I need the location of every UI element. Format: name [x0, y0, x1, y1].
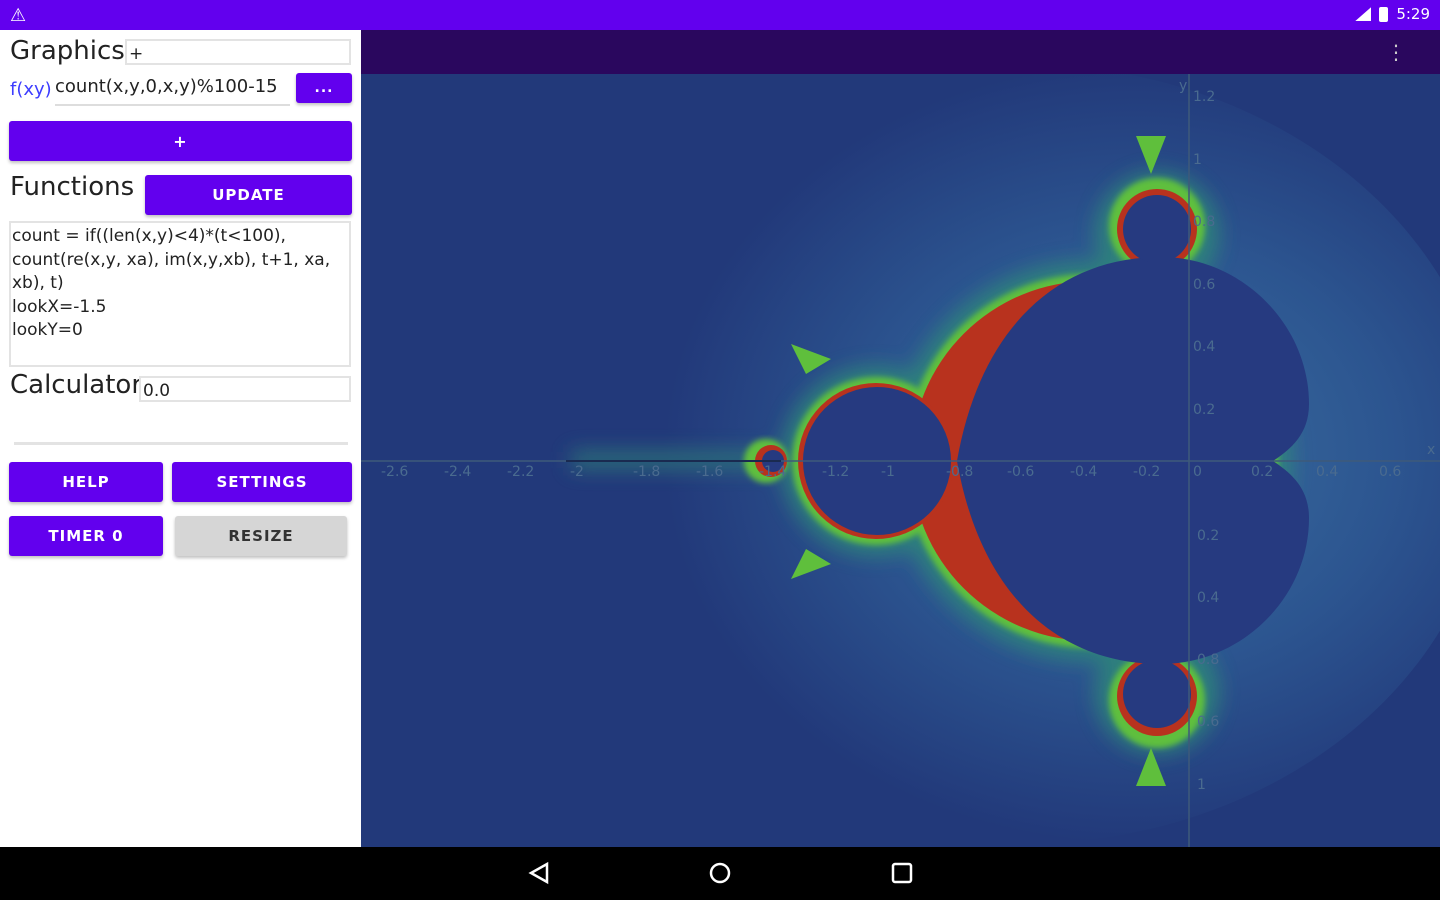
home-icon[interactable]: [708, 861, 732, 885]
control-panel: Graphics + f(xy) count(x,y,0,x,y)%100-15…: [0, 30, 360, 847]
x-tick: -1.8: [633, 464, 660, 480]
status-bar: ⚠ 5:29: [0, 0, 1440, 30]
x-axis-label: x: [1427, 442, 1435, 458]
x-tick: -1.4: [759, 464, 786, 480]
function-input[interactable]: count(x,y,0,x,y)%100-15: [55, 76, 290, 106]
settings-button[interactable]: SETTINGS: [172, 462, 352, 502]
add-button[interactable]: +: [9, 121, 352, 161]
navigation-bar: [0, 847, 1440, 900]
graphics-label: Graphics: [10, 36, 125, 66]
y-tick: 0.6: [1193, 277, 1215, 293]
functions-label: Functions: [10, 172, 135, 202]
y-tick: 0.6: [1197, 714, 1219, 730]
x-tick: -0.4: [1070, 464, 1097, 480]
calculator-input[interactable]: 0.0: [139, 376, 351, 402]
x-tick: -0.6: [1007, 464, 1034, 480]
y-axis-label: y: [1179, 78, 1187, 94]
back-icon[interactable]: [527, 861, 551, 885]
fxy-label: f(xy): [10, 79, 52, 100]
y-tick: 0.4: [1193, 339, 1215, 355]
x-tick: -2.2: [507, 464, 534, 480]
graph-canvas[interactable]: -2.6 -2.4 -2.2 -2 -1.8 -1.6 -1.4 -1.2 -1…: [361, 74, 1440, 847]
recents-icon[interactable]: [890, 861, 914, 885]
help-button[interactable]: HELP: [9, 462, 163, 502]
y-tick: 1: [1193, 152, 1202, 168]
x-tick: 0: [1193, 464, 1202, 480]
y-tick: 0.2: [1193, 402, 1215, 418]
calculator-label: Calculator: [10, 370, 143, 400]
graph-toolbar: ⋮: [361, 30, 1440, 74]
x-tick: -2.6: [381, 464, 408, 480]
x-tick: -2: [570, 464, 584, 480]
graphics-input[interactable]: +: [125, 39, 351, 65]
mandelbrot-plot: -2.6 -2.4 -2.2 -2 -1.8 -1.6 -1.4 -1.2 -1…: [361, 74, 1440, 847]
x-tick: -0.2: [1133, 464, 1160, 480]
x-tick: 0.4: [1316, 464, 1338, 480]
status-time: 5:29: [1396, 5, 1430, 23]
functions-editor[interactable]: count = if((len(x,y)<4)*(t<100), count(r…: [9, 221, 351, 367]
overflow-menu-icon[interactable]: ⋮: [1386, 40, 1406, 64]
timer-button[interactable]: TIMER 0: [9, 516, 163, 556]
x-tick: -1.2: [822, 464, 849, 480]
y-tick: 1: [1197, 777, 1206, 793]
x-tick: -0.8: [946, 464, 973, 480]
divider: [14, 442, 348, 445]
resize-button[interactable]: RESIZE: [175, 516, 347, 556]
signal-icon: [1355, 7, 1372, 21]
y-tick: 1.2: [1193, 89, 1215, 105]
y-tick: 0.8: [1197, 652, 1219, 668]
x-tick: 0.2: [1251, 464, 1273, 480]
x-tick: -1.6: [696, 464, 723, 480]
y-tick: 0.8: [1193, 214, 1215, 230]
x-tick: -1: [881, 464, 895, 480]
x-tick: -2.4: [444, 464, 471, 480]
update-button[interactable]: UPDATE: [145, 175, 352, 215]
y-tick: 0.2: [1197, 528, 1219, 544]
y-tick: 0.4: [1197, 590, 1219, 606]
warning-icon: ⚠: [10, 5, 27, 26]
battery-icon: [1379, 6, 1389, 22]
function-options-button[interactable]: ...: [296, 73, 352, 103]
x-tick: 0.6: [1379, 464, 1401, 480]
status-icons: 5:29: [1355, 5, 1430, 23]
